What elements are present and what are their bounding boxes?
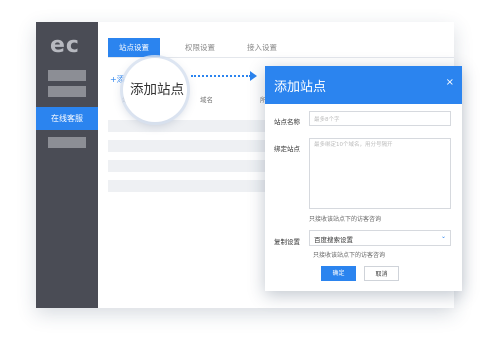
dialog-header: 添加站点 × — [265, 66, 462, 104]
site-name-input[interactable]: 最多8个字 — [309, 111, 451, 126]
ec-logo: ec — [50, 33, 80, 58]
arrow-right-icon — [250, 71, 257, 81]
table-row — [108, 180, 268, 192]
confirm-button[interactable]: 确定 — [321, 266, 356, 281]
table-row — [108, 120, 268, 132]
sidebar-item-placeholder[interactable] — [48, 86, 86, 97]
site-name-label: 站点名称 — [274, 118, 300, 126]
bind-site-textarea[interactable]: 最多绑定10个域名，用分号隔开 — [309, 138, 451, 209]
copy-settings-select[interactable]: 百度搜索设置 ⌄ — [309, 230, 451, 246]
add-site-dialog: 添加站点 × 站点名称 最多8个字 绑定站点 最多绑定10个域名，用分号隔开 只… — [265, 66, 462, 291]
bind-site-hint: 只接收该站点下的访客咨询 — [309, 216, 382, 223]
column-header-domain: 域名 — [200, 96, 213, 104]
tab-site-settings[interactable]: 站点设置 — [108, 38, 160, 57]
bind-site-label: 绑定站点 — [274, 145, 300, 153]
magnified-add-site-text: 添加站点 — [130, 82, 184, 98]
tab-access-settings[interactable]: 接入设置 — [236, 38, 288, 57]
chevron-down-icon: ⌄ — [440, 233, 446, 240]
sidebar-item-online-service[interactable]: 在线客服 — [36, 107, 98, 130]
sidebar-item-placeholder[interactable] — [48, 70, 86, 81]
magnifier-callout: 添加站点 — [123, 58, 187, 122]
sidebar-item-placeholder[interactable] — [48, 137, 86, 148]
cancel-button[interactable]: 取消 — [364, 266, 399, 281]
tab-permission-settings[interactable]: 权限设置 — [174, 38, 226, 57]
copy-settings-value: 百度搜索设置 — [314, 236, 353, 244]
dotted-connector — [191, 75, 251, 77]
table-row — [108, 140, 268, 152]
sidebar: ec 在线客服 — [36, 22, 98, 308]
dialog-title: 添加站点 — [274, 80, 327, 95]
copy-settings-hint: 只接收该站点下的访客咨询 — [313, 252, 386, 259]
table-row — [108, 160, 268, 172]
copy-settings-label: 复制设置 — [274, 238, 300, 246]
add-site-link[interactable]: +添 — [110, 74, 125, 85]
close-icon[interactable]: × — [446, 78, 454, 88]
